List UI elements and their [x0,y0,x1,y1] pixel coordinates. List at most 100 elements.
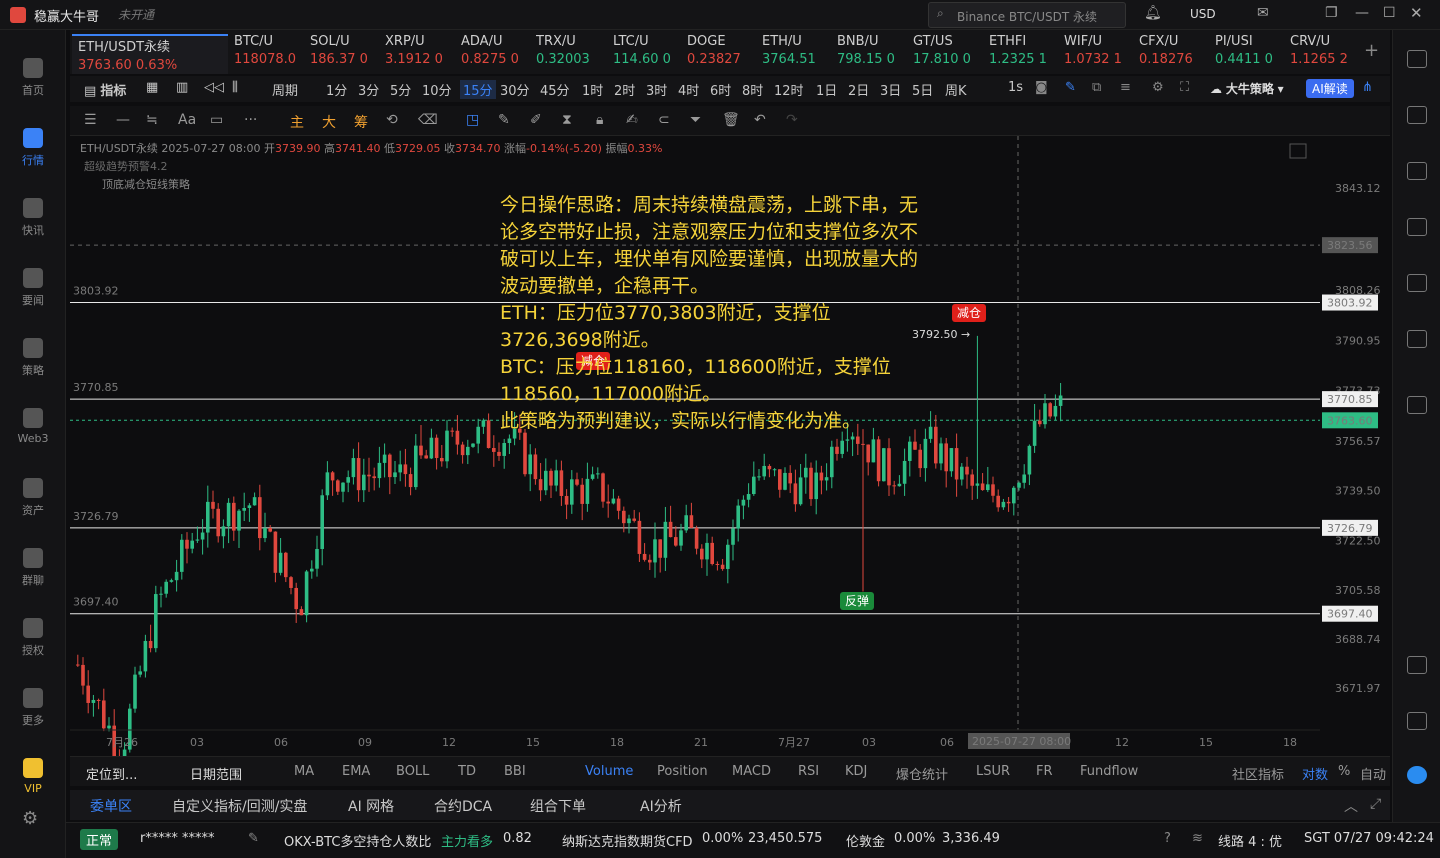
sub-lsur[interactable]: LSUR [976,764,1010,779]
ticker-tab[interactable]: PI/USI 0.4411 0 [1215,34,1279,74]
status-badge[interactable]: 未开通 [118,6,154,23]
highlighter-icon[interactable]: ✐ [530,112,542,128]
locate-button[interactable]: 定位到... [86,764,137,783]
ind-ema[interactable]: EMA [342,764,370,779]
sub-macd[interactable]: MACD [732,764,771,779]
timeframe-14[interactable]: 1日 [816,80,837,99]
add-tab-icon[interactable]: + [1364,40,1379,61]
list-icon[interactable]: ≡ [1120,80,1131,95]
timeframe-5[interactable]: 30分 [500,80,530,99]
date-range-select[interactable]: 日期范围 [190,764,242,783]
layout-icon[interactable] [1407,50,1427,68]
ind-boll[interactable]: BOLL [396,764,429,779]
period-select[interactable]: 周期 [272,80,298,99]
timeframe-0[interactable]: 1分 [326,80,347,99]
ticker-tab[interactable]: ADA/U 0.8275 0 [461,34,525,74]
tool-chip[interactable]: 筹 [354,112,368,132]
nav-item-auth[interactable]: 授权 [0,614,66,674]
popout-icon[interactable]: ⧉ [1092,80,1101,95]
seconds-tf[interactable]: 1s [1008,80,1023,95]
share-icon[interactable]: ⋔ [1362,80,1373,95]
bell-icon[interactable]: 🔔︎ [1144,5,1162,21]
filter-icon[interactable]: ⏷ [690,112,701,128]
expand-icon[interactable]: ⤢ [1370,796,1381,812]
sub-position[interactable]: Position [657,764,708,779]
timeframe-8[interactable]: 2时 [614,80,635,99]
nav-item-market[interactable]: 行情 [0,124,66,184]
indicator-button[interactable]: ▤ 指标 [84,80,126,99]
monitor-icon[interactable] [1407,274,1427,292]
chart-type-icon[interactable]: ⫼ [232,80,238,95]
nav-item-vip[interactable]: VIP [0,754,66,814]
edit-icon[interactable]: ✍ [626,112,638,128]
line-status[interactable]: 线路 4 : 优 [1218,831,1282,850]
fullscreen-icon[interactable]: ⛶ [1180,80,1189,95]
pen-icon[interactable]: ✎ [1065,80,1076,95]
layout-icon[interactable]: ▥ [176,80,188,95]
ticker-tab[interactable]: ETH/USDT永续 3763.60 0.63% [72,34,228,74]
ind-td[interactable]: TD [458,764,476,779]
replay-icon[interactable]: ◁◁ [204,80,224,95]
mail-icon[interactable]: ✉ [1257,5,1269,21]
tool-big[interactable]: 大 [322,112,336,132]
timeframe-6[interactable]: 45分 [540,80,570,99]
nav-item-assets[interactable]: 资产 [0,474,66,534]
more-icon[interactable]: ··· [244,112,257,128]
timeframe-13[interactable]: 12时 [774,80,804,99]
panel-icon[interactable] [1407,656,1427,674]
nav-item-headlines[interactable]: 要闻 [0,264,66,324]
timeframe-15[interactable]: 2日 [848,80,869,99]
ticker-tab[interactable]: CFX/U 0.18276 [1139,34,1203,74]
tab-ai-analysis[interactable]: AI分析 [640,796,682,816]
ticker-tab[interactable]: ETHFI 1.2325 1 [989,34,1053,74]
maximize-icon[interactable]: ☐ [1383,5,1396,21]
sub-fundflow[interactable]: Fundflow [1080,764,1138,779]
headset-icon[interactable] [1407,712,1427,730]
edit-icon[interactable]: ✎ [248,831,259,846]
tab-dca[interactable]: 合约DCA [434,796,492,816]
redo-icon[interactable]: ↷ [786,112,798,128]
multiline-icon[interactable]: ≒ [146,112,158,128]
undo-icon[interactable]: ↶ [754,112,766,128]
price-chart[interactable]: ETH/USDT永续 2025-07-27 08:00 开3739.90 高37… [70,136,1390,756]
select-icon[interactable]: ◳ [466,112,479,128]
measure-icon[interactable]: ⧗ [562,112,572,128]
magnet-icon[interactable]: ⊂ [658,112,670,128]
tab-orders[interactable]: 委单区 [90,796,132,816]
ruler-icon[interactable]: ▭ [210,112,223,128]
community-indicator[interactable]: 社区指标 [1232,764,1284,783]
ticker-tab[interactable]: GT/US 17.810 0 [913,34,977,74]
ai-button[interactable]: AI解读 [1306,79,1354,98]
timeframe-9[interactable]: 3时 [646,80,667,99]
sub-kdj[interactable]: KDJ [845,764,867,779]
ind-bbi[interactable]: BBI [504,764,526,779]
timeframe-7[interactable]: 1时 [582,80,603,99]
cycle-icon[interactable]: ⟲ [386,112,398,128]
window-icon[interactable]: ❐ [1325,5,1338,21]
timeframe-12[interactable]: 8时 [742,80,763,99]
timeframe-18[interactable]: 周K [945,80,967,99]
currency-select[interactable]: USD [1190,7,1216,21]
timeframe-1[interactable]: 3分 [358,80,379,99]
timeframe-4[interactable]: 15分 [460,80,496,99]
ticker-tab[interactable]: WIF/U 1.0732 1 [1064,34,1128,74]
sub-liquidation[interactable]: 爆仓统计 [896,764,948,783]
dollar-icon[interactable] [1407,162,1427,180]
timeframe-11[interactable]: 6时 [710,80,731,99]
brush-icon[interactable]: ✎ [498,112,510,128]
tab-combo-order[interactable]: 组合下单 [530,796,586,816]
trend-icon[interactable] [1407,218,1427,236]
ticker-tab[interactable]: BTC/U 118078.0 [234,34,298,74]
tab-ai-grid[interactable]: AI 网格 [348,796,394,816]
sub-rsi[interactable]: RSI [798,764,819,779]
camera-icon[interactable]: ◙ [1035,80,1048,95]
percent-toggle[interactable]: % [1338,764,1350,779]
timeframe-17[interactable]: 5日 [912,80,933,99]
chevron-up-icon[interactable]: ︿ [1344,796,1358,816]
ticker-tab[interactable]: DOGE 0.23827 [687,34,751,74]
nav-item-more[interactable]: 更多 [0,684,66,744]
gear-icon[interactable]: ⚙ [1152,80,1164,95]
nav-item-web3[interactable]: Web3 [0,404,66,464]
ticker-tab[interactable]: CRV/U 1.1265 2 [1290,34,1354,74]
nav-item-chat[interactable]: 群聊 [0,544,66,604]
